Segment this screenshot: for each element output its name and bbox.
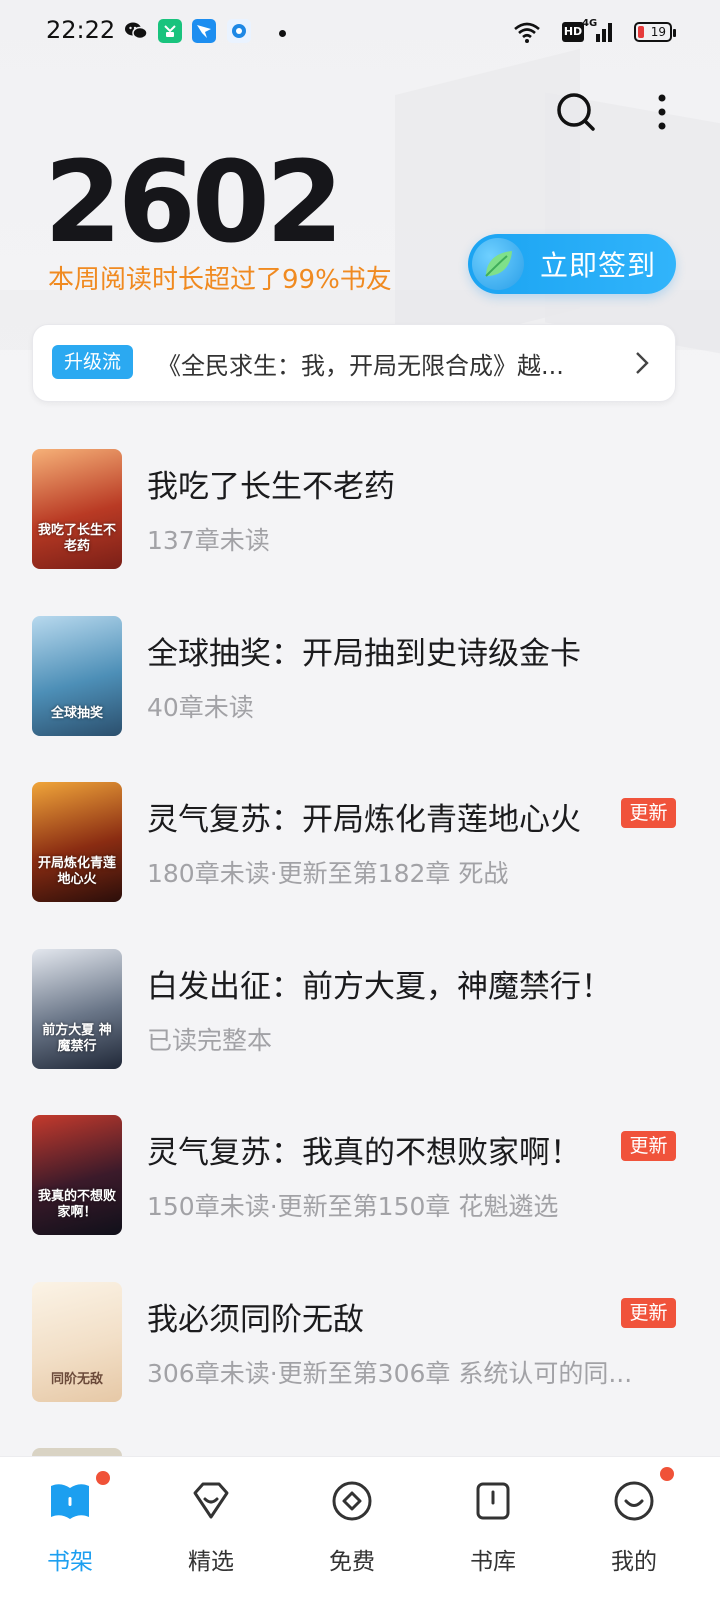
- wifi-icon: [512, 20, 542, 44]
- book-item[interactable]: 全球抽奖 全球抽奖：开局抽到史诗级金卡 40章未读: [32, 616, 676, 738]
- book-cover-title: 我吃了长生不老药: [38, 523, 117, 554]
- book-cover: 我真的不想败家啊！: [32, 1115, 122, 1235]
- tab-featured[interactable]: 精选: [151, 1469, 271, 1579]
- book-progress: 306章未读·更新至第306章 系统认可的同...: [147, 1359, 633, 1388]
- chevron-right-icon: [636, 352, 649, 374]
- book-cover: 开局炼化青莲地心火: [32, 782, 122, 902]
- book-cover-title: 我真的不想败家啊！: [38, 1189, 117, 1220]
- featured-icon: [193, 1482, 229, 1519]
- book-cover-title: 开局炼化青莲地心火: [38, 856, 117, 887]
- signin-label: 立即签到: [540, 249, 657, 282]
- tab-label: 书库: [470, 1549, 516, 1575]
- book-item[interactable]: 同阶无敌 我必须同阶无敌 306章未读·更新至第306章 系统认可的同... 更新: [32, 1282, 676, 1404]
- book-item[interactable]: 我真的不想败家啊！ 灵气复苏：我真的不想败家啊！ 150章未读·更新至第150章 花…: [32, 1115, 676, 1237]
- signal-icon: 4G: [582, 18, 616, 44]
- book-title: 全球抽奖：开局抽到史诗级金卡: [147, 636, 581, 672]
- book-progress: 已读完整本: [147, 1026, 273, 1055]
- free-icon: [332, 1481, 372, 1521]
- signin-button[interactable]: 立即签到: [468, 234, 676, 294]
- book-cover: 前方大夏 神魔禁行: [32, 949, 122, 1069]
- update-badge: 更新: [621, 798, 676, 828]
- more-menu-button[interactable]: [638, 88, 686, 136]
- tab-profile[interactable]: 我的: [574, 1467, 694, 1579]
- more-vertical-icon: [658, 94, 666, 130]
- recommendation-banner[interactable]: 升级流 《全民求生：我，开局无限合成》越...: [32, 324, 676, 402]
- tab-library[interactable]: 书库: [433, 1469, 553, 1579]
- tab-notification-dot: [660, 1467, 674, 1481]
- book-cover-title: 前方大夏 神魔禁行: [42, 1023, 112, 1054]
- tab-bookshelf[interactable]: 书架: [10, 1469, 130, 1579]
- book-title: 白发出征：前方大夏，神魔禁行！: [147, 969, 612, 1005]
- green-app-icon: [158, 19, 182, 43]
- notification-dot-icon: [279, 30, 286, 37]
- status-time: 22:22: [46, 16, 116, 44]
- book-progress: 137章未读: [147, 526, 270, 555]
- search-button[interactable]: [552, 88, 600, 136]
- update-badge: 更新: [621, 1131, 676, 1161]
- book-title: 我必须同阶无敌: [147, 1302, 364, 1338]
- tab-label: 精选: [188, 1549, 234, 1575]
- book-progress: 40章未读: [147, 693, 254, 722]
- book-item[interactable]: 前方大夏 神魔禁行 白发出征：前方大夏，神魔禁行！ 已读完整本: [32, 949, 676, 1071]
- battery-level: 19: [650, 25, 666, 39]
- book-cover: 同阶无敌: [32, 1282, 122, 1402]
- book-cover-title: 同阶无敌: [50, 1372, 103, 1387]
- profile-icon: [614, 1481, 654, 1521]
- book-cover: [32, 1448, 122, 1456]
- status-bar: 22:22 HD 4G 19: [0, 0, 720, 64]
- search-icon: [557, 93, 595, 131]
- book-cover: 全球抽奖: [32, 616, 122, 736]
- recommendation-text: 《全民求生：我，开局无限合成》越...: [157, 352, 564, 380]
- battery-indicator: 19: [634, 22, 676, 42]
- book-progress: 150章未读·更新至第150章 花魁遴选: [147, 1192, 559, 1221]
- bookshelf-icon: [51, 1484, 89, 1519]
- reading-time-number: 2602: [44, 138, 344, 268]
- tab-free[interactable]: 免费: [292, 1469, 412, 1579]
- browser-app-icon: [227, 19, 251, 43]
- update-badge: 更新: [621, 1298, 676, 1328]
- tab-label: 书架: [47, 1549, 93, 1575]
- book-progress: 180章未读·更新至第182章 死战: [147, 859, 509, 888]
- book-item[interactable]: 我吃了长生不老药 我吃了长生不老药 137章未读: [32, 449, 676, 571]
- book-title: 灵气复苏：我真的不想败家啊！: [147, 1135, 581, 1171]
- book-item[interactable]: 开局炼化青莲地心火 灵气复苏：开局炼化青莲地心火 180章未读·更新至第182章 死…: [32, 782, 676, 904]
- blue-app-icon: [192, 19, 216, 43]
- book-title: 我吃了长生不老药: [147, 469, 395, 505]
- library-icon: [476, 1482, 510, 1520]
- app-root: 22:22 HD 4G 19 2602 本周阅读时长超过了99%书友 立即签到 …: [0, 0, 720, 1600]
- reading-time-subtitle: 本周阅读时长超过了99%书友: [48, 265, 392, 295]
- bottom-tab-bar: 书架 精选 免费 书库 我的: [0, 1456, 720, 1600]
- tab-label: 免费: [329, 1549, 375, 1575]
- hd-indicator: HD: [562, 22, 584, 42]
- tab-label: 我的: [611, 1549, 657, 1575]
- tab-notification-dot: [96, 1471, 110, 1485]
- recommendation-tag: 升级流: [52, 345, 134, 379]
- book-cover-title: 全球抽奖: [50, 706, 103, 721]
- book-cover: 我吃了长生不老药: [32, 449, 122, 569]
- book-title: 灵气复苏：开局炼化青莲地心火: [147, 802, 581, 838]
- leaf-icon: [472, 238, 524, 290]
- wechat-icon: [124, 19, 148, 43]
